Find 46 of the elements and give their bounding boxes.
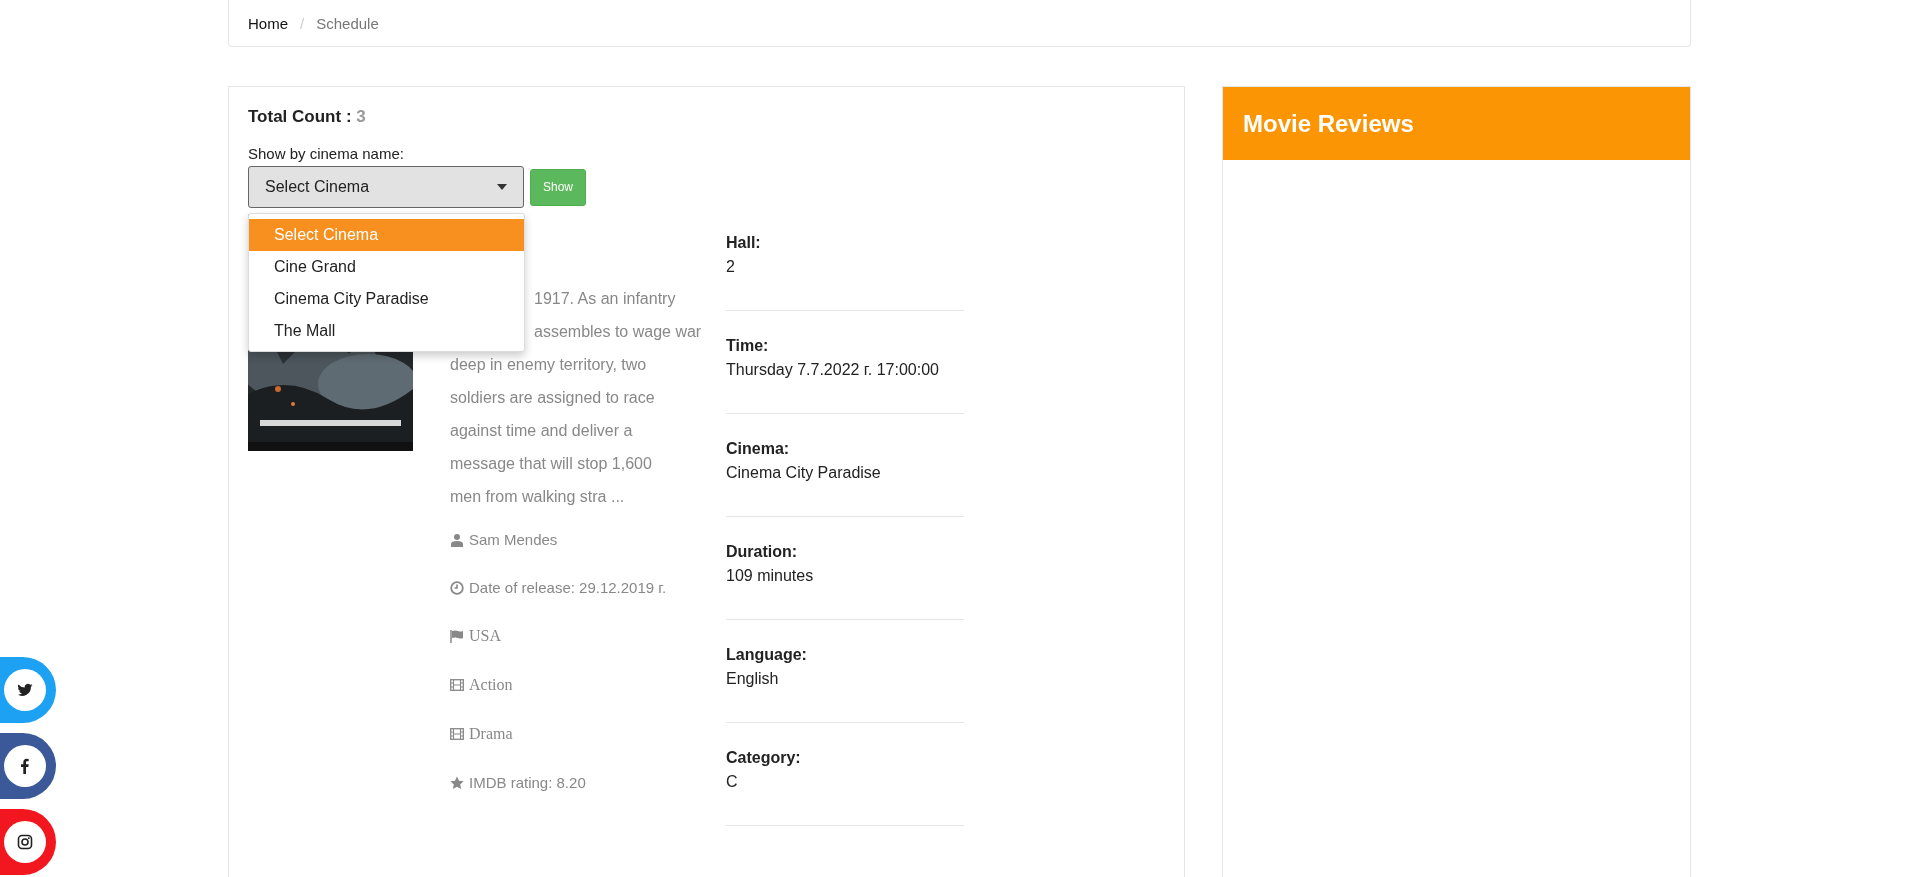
description-line: 1917. As an infantry	[533, 289, 677, 309]
detail-value: English	[726, 670, 780, 688]
detail-label: Cinema:	[726, 440, 791, 458]
total-count: Total Count : 3	[248, 107, 367, 127]
detail-label: Category:	[726, 749, 802, 767]
person-icon	[450, 532, 464, 547]
social-button[interactable]	[0, 733, 56, 799]
movie-meta-text: USA	[469, 627, 501, 645]
movie-meta-text: Date of release: 29.12.2019 г.	[469, 579, 667, 596]
social-button[interactable]	[0, 657, 56, 723]
description-line: deep in enemy territory, two	[450, 355, 648, 375]
star-icon	[450, 775, 464, 790]
description-line: against time and deliver a	[450, 421, 634, 441]
movie-meta-text: Action	[469, 676, 513, 694]
detail-label: Duration:	[726, 543, 799, 561]
detail-value: C	[726, 773, 739, 791]
breadcrumb-separator: /	[300, 14, 305, 32]
caret-icon	[497, 184, 507, 190]
dropdown-option[interactable]: Cine Grand	[249, 251, 524, 283]
cinema-select[interactable]: Select Cinema	[248, 166, 524, 208]
detail-label: Hall:	[726, 234, 762, 252]
detail-label: Time:	[726, 337, 770, 355]
movie-meta-text: Drama	[469, 725, 513, 743]
detail-value: 2	[726, 258, 736, 276]
description-line: message that will stop 1,600	[450, 454, 653, 474]
description-line: soldiers are assigned to race	[450, 388, 656, 408]
movie-meta-text: Sam Mendes	[469, 531, 558, 548]
breadcrumb-link[interactable]: Home	[248, 14, 288, 32]
detail-value: Thursday 7.7.2022 г. 17:00:00	[726, 361, 940, 379]
flag-icon	[450, 629, 464, 643]
detail-label: Language:	[726, 646, 808, 664]
dropdown-option[interactable]: Cinema City Paradise	[249, 283, 524, 315]
filter-label: Show by cinema name:	[248, 145, 405, 162]
bird-icon	[17, 682, 33, 698]
dropdown-option[interactable]: The Mall	[249, 315, 524, 347]
rating-text: IMDB rating: 8.20	[469, 774, 586, 791]
film-icon	[450, 727, 464, 741]
breadcrumb-current: Schedule	[316, 14, 379, 32]
reviews-header: Movie Reviews	[1223, 87, 1690, 160]
detail-value: 109 minutes	[726, 567, 815, 585]
description-line: men from walking stra ...	[450, 487, 626, 507]
detail-value: Cinema City Paradise	[726, 464, 882, 482]
clock-icon	[450, 580, 464, 595]
description-line: assembles to wage war	[533, 322, 703, 342]
film-icon	[450, 678, 464, 692]
instagram-icon	[17, 834, 33, 850]
